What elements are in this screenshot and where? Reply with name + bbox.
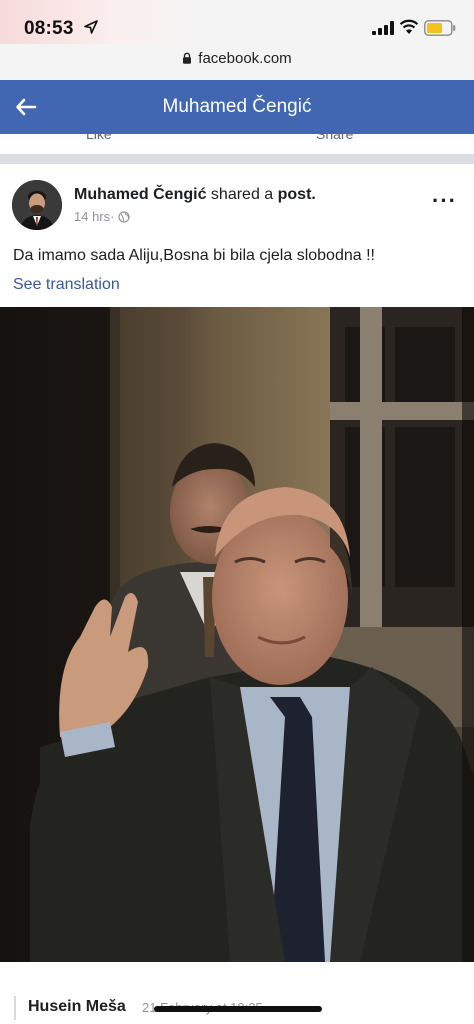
comment-author[interactable]: Husein Meša (28, 998, 126, 1016)
post-photo[interactable] (0, 307, 474, 962)
post-meta: 14 hrs · (74, 209, 131, 224)
signal-icon (372, 21, 394, 35)
post-time[interactable]: 14 hrs (74, 209, 110, 224)
share-button[interactable]: Share (316, 134, 353, 142)
avatar[interactable] (12, 180, 62, 230)
location-arrow-icon (84, 20, 98, 34)
comment-preview: Husein Meša 21 February at 18:25 (0, 962, 474, 1024)
see-translation-link[interactable]: See translation (13, 276, 120, 294)
post-text: Da imamo sada Aliju,Bosna bi bila cjela … (13, 247, 375, 264)
post-author[interactable]: Muhamed Čengić (74, 186, 206, 203)
shared-post-link[interactable]: post. (278, 186, 316, 203)
previous-post-actions: Like Share (0, 134, 474, 154)
like-button[interactable]: Like (86, 134, 112, 142)
battery-icon (424, 20, 456, 36)
status-time: 08:53 (24, 18, 74, 39)
post-header: Muhamed Čengić shared a post. 14 hrs · ·… (0, 164, 474, 244)
browser-url-bar[interactable]: facebook.com (0, 44, 474, 80)
globe-icon (118, 210, 131, 223)
fb-header: Muhamed Čengić (0, 80, 474, 134)
feed-divider (0, 154, 474, 164)
url-text: facebook.com (198, 50, 292, 67)
shared-text: shared a (206, 186, 278, 203)
wifi-icon (399, 19, 419, 34)
page-title: Muhamed Čengić (162, 96, 312, 117)
post-author-line: Muhamed Čengić shared a post. (74, 186, 316, 204)
lock-icon (183, 52, 192, 64)
status-bar: 08:53 (0, 0, 474, 44)
meta-separator: · (110, 209, 115, 224)
comment-thread-line (14, 996, 16, 1020)
more-options-button[interactable]: ··· (432, 190, 457, 212)
home-indicator[interactable] (154, 1006, 322, 1012)
